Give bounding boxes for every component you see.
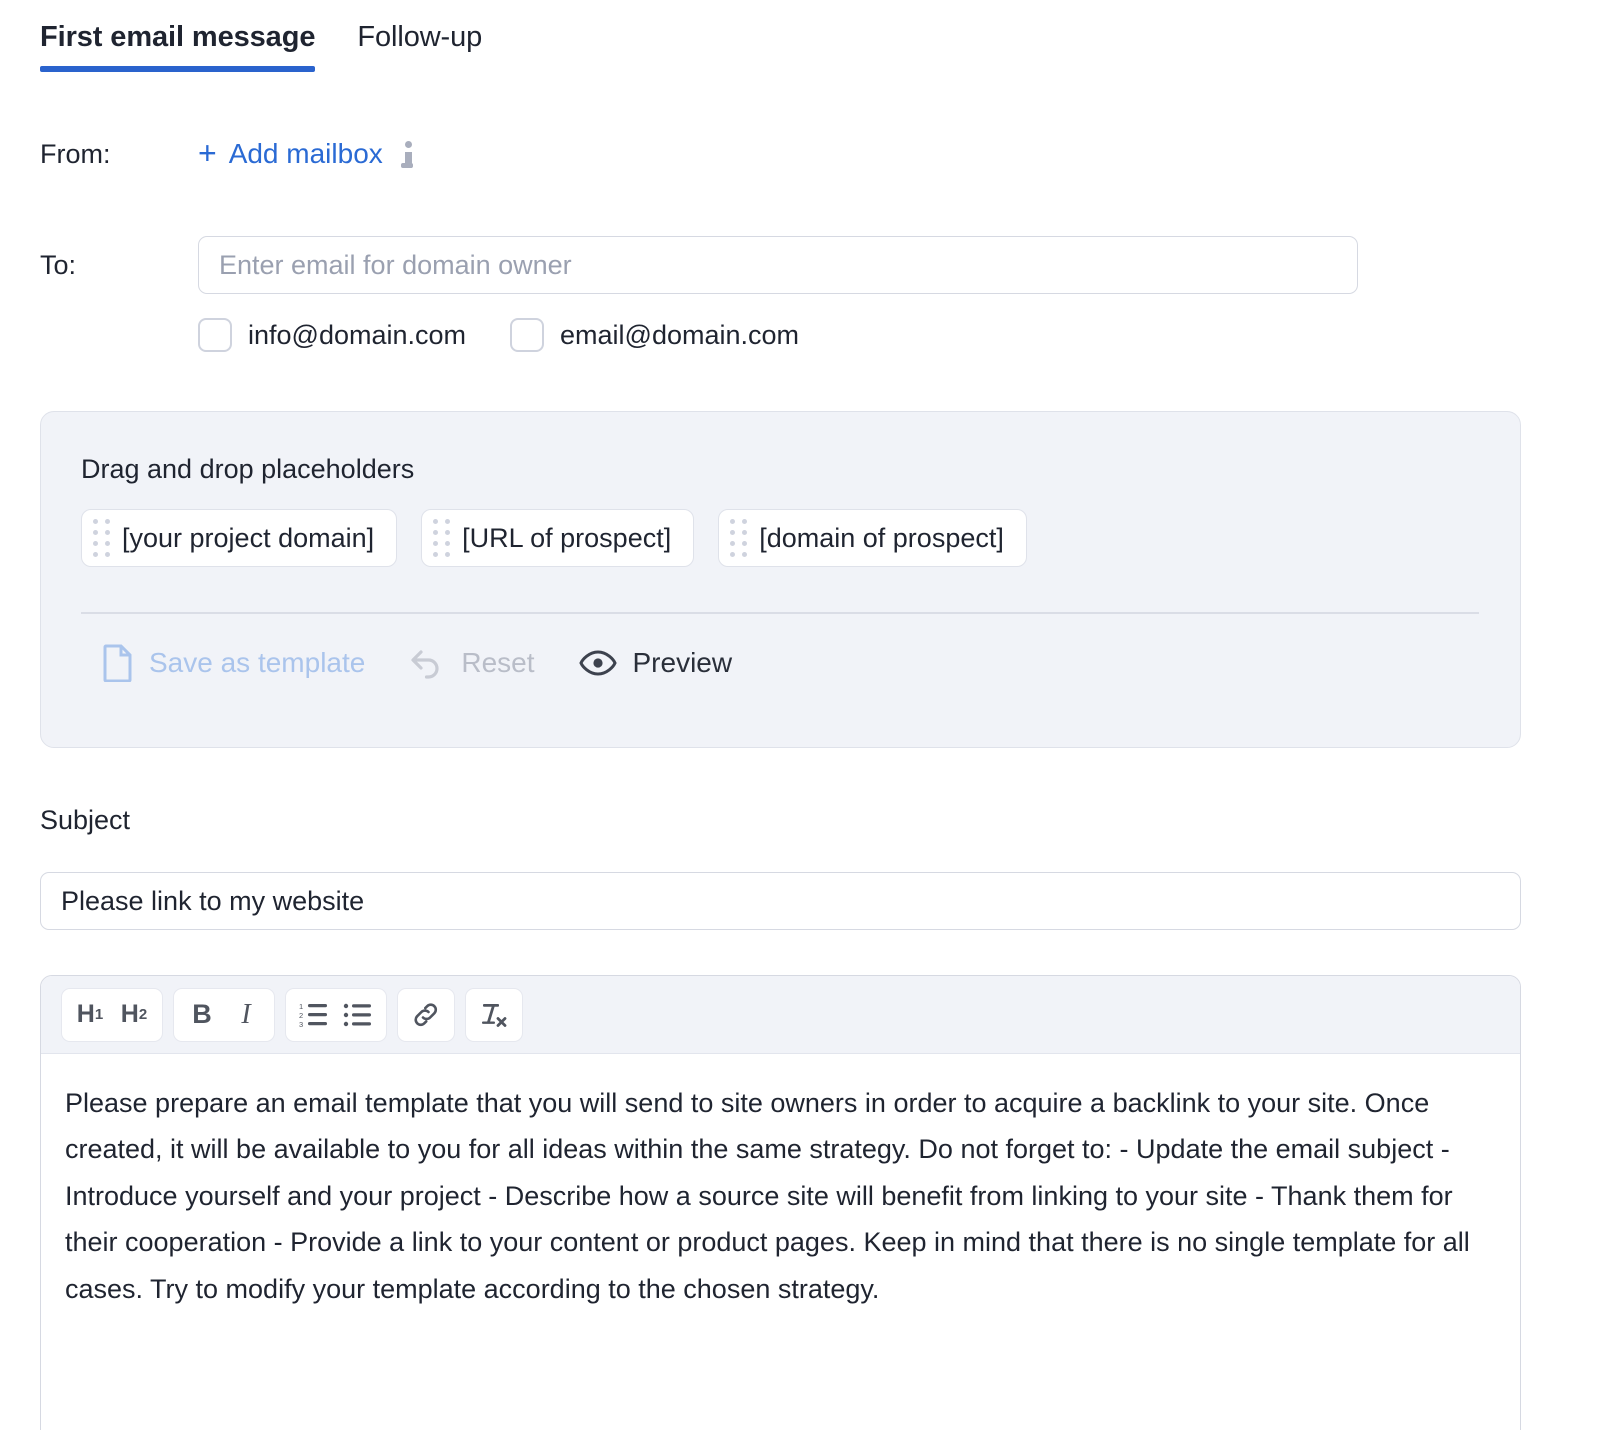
placeholder-chip-list: [your project domain] [URL of prospect] … <box>81 509 1027 567</box>
checkbox-box[interactable] <box>198 318 232 352</box>
editor-toolbar: H1 H2 B I 1 2 3 <box>41 976 1520 1054</box>
plus-icon: + <box>198 135 217 171</box>
add-mailbox-button[interactable]: + Add mailbox <box>198 135 383 171</box>
from-label: From: <box>40 138 111 169</box>
message-editor: H1 H2 B I 1 2 3 Please prepare an email … <box>40 975 1521 1430</box>
tab-label: First email message <box>40 21 316 53</box>
preview-label: Preview <box>632 647 733 678</box>
tab-follow-up[interactable]: Follow-up <box>357 21 483 72</box>
info-icon-dot <box>405 140 413 148</box>
drag-handle-icon[interactable] <box>92 518 110 558</box>
placeholders-title: Drag and drop placeholders <box>81 454 415 484</box>
placeholder-chip-url-prospect[interactable]: [URL of prospect] <box>421 509 695 567</box>
to-row: To: <box>40 236 1358 294</box>
checkbox-box[interactable] <box>510 318 545 352</box>
subject-input[interactable] <box>40 872 1521 930</box>
reset-label: Reset <box>461 647 535 678</box>
toolbar-group-link <box>397 987 455 1042</box>
undo-icon <box>409 646 445 680</box>
link-button[interactable] <box>404 993 448 1037</box>
to-suggestions: info@domain.com email@domain.com <box>198 318 799 352</box>
add-mailbox-label: Add mailbox <box>228 138 383 169</box>
placeholder-chip-label: [URL of prospect] <box>462 522 672 553</box>
subject-label: Subject <box>40 805 131 835</box>
toolbar-group-headings: H1 H2 <box>61 987 163 1042</box>
from-row: From: + Add mailbox <box>40 135 417 171</box>
save-as-template-label: Save as template <box>149 647 366 678</box>
checkbox-label: email@domain.com <box>560 319 800 350</box>
save-as-template-button[interactable]: Save as template <box>103 644 365 682</box>
placeholder-chip-domain-prospect[interactable]: [domain of prospect] <box>718 509 1027 567</box>
tab-label: Follow-up <box>357 21 483 53</box>
drag-handle-icon[interactable] <box>432 518 450 558</box>
info-icon-stem <box>401 151 414 168</box>
heading-1-button[interactable]: H1 <box>68 993 112 1037</box>
placeholder-chip-project-domain[interactable]: [your project domain] <box>81 509 398 567</box>
clear-formatting-button[interactable] <box>472 993 516 1037</box>
eye-icon <box>578 649 617 677</box>
panel-divider <box>81 612 1479 614</box>
placeholder-chip-label: [your project domain] <box>122 522 375 553</box>
tab-first-email-message[interactable]: First email message <box>40 21 316 72</box>
toolbar-group-style: B I <box>173 987 275 1042</box>
bold-button[interactable]: B <box>180 993 224 1037</box>
preview-button[interactable]: Preview <box>578 647 733 679</box>
tab-bar: First email message Follow-up <box>40 21 483 72</box>
toolbar-group-clear <box>465 987 523 1042</box>
svg-text:2: 2 <box>299 1011 303 1020</box>
to-label: To: <box>40 249 77 280</box>
placeholders-panel: Drag and drop placeholders [your project… <box>40 411 1521 748</box>
svg-text:3: 3 <box>299 1020 303 1029</box>
document-icon <box>103 644 133 682</box>
toolbar-group-lists: 1 2 3 <box>285 987 387 1042</box>
to-email-input[interactable] <box>198 236 1358 294</box>
bullet-list-button[interactable] <box>336 993 380 1037</box>
heading-2-button[interactable]: H2 <box>112 993 156 1037</box>
message-body-text[interactable]: Please prepare an email template that yo… <box>41 1054 1520 1312</box>
checkbox-email-domain[interactable]: email@domain.com <box>510 318 799 352</box>
reset-button[interactable]: Reset <box>409 646 535 680</box>
panel-action-row: Save as template Reset Preview <box>103 644 732 682</box>
italic-button[interactable]: I <box>224 993 268 1037</box>
email-template-editor-page: First email message Follow-up From: + Ad… <box>0 0 1600 1430</box>
drag-handle-icon[interactable] <box>729 518 747 558</box>
svg-text:1: 1 <box>299 1002 303 1011</box>
checkbox-label: info@domain.com <box>248 319 467 350</box>
checkbox-info-domain[interactable]: info@domain.com <box>198 318 466 352</box>
placeholder-chip-label: [domain of prospect] <box>759 522 1004 553</box>
info-icon[interactable] <box>401 139 417 169</box>
ordered-list-button[interactable]: 1 2 3 <box>292 993 336 1037</box>
